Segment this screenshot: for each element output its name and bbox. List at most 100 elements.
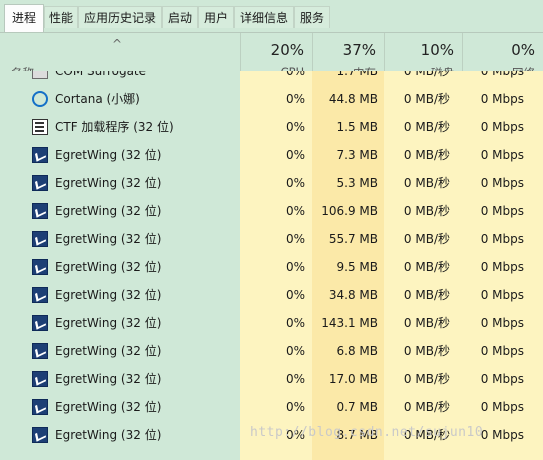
process-row[interactable]: Cortana (小娜) 0% 44.8 MB 0 MB/秒 0 Mbps [0, 85, 543, 113]
cortana-icon [32, 91, 48, 107]
process-row[interactable]: EgretWing (32 位) 0% 143.1 MB 0 MB/秒 0 Mbps [0, 309, 543, 337]
process-memory: 0.7 MB [336, 400, 378, 414]
process-memory: 7.3 MB [336, 148, 378, 162]
com-surrogate-icon [32, 71, 48, 79]
process-network: 0 Mbps [480, 176, 524, 190]
process-disk: 0 MB/秒 [403, 344, 450, 358]
tab-bar: 进程 性能 应用历史记录 启动 用户 详细信息 服务 [0, 0, 543, 33]
process-name: EgretWing (32 位) [55, 148, 162, 162]
egretwing-icon [32, 343, 48, 359]
process-memory: 44.8 MB [328, 92, 378, 106]
process-row[interactable]: EgretWing (32 位) 0% 6.8 MB 0 MB/秒 0 Mbps [0, 337, 543, 365]
process-name: EgretWing (32 位) [55, 372, 162, 386]
tab-performance[interactable]: 性能 [44, 6, 78, 28]
process-name: EgretWing (32 位) [55, 232, 162, 246]
process-memory: 9.5 MB [336, 260, 378, 274]
process-cpu: 0% [285, 120, 305, 134]
process-disk: 0 MB/秒 [403, 204, 450, 218]
process-cpu: 0% [285, 232, 305, 246]
process-name: COM Surrogate [55, 71, 147, 78]
process-disk: 0 MB/秒 [403, 176, 450, 190]
process-disk: 0 MB/秒 [403, 316, 450, 330]
process-disk: 0 MB/秒 [403, 260, 450, 274]
process-row[interactable]: EgretWing (32 位) 0% 106.9 MB 0 MB/秒 0 Mbps [0, 197, 543, 225]
process-network: 0 Mbps [480, 120, 524, 134]
egretwing-icon [32, 259, 48, 275]
process-name: EgretWing (32 位) [55, 176, 162, 190]
ctf-loader-icon [32, 119, 48, 135]
process-cpu: 0% [285, 148, 305, 162]
process-name: EgretWing (32 位) [55, 344, 162, 358]
process-disk: 0 MB/秒 [403, 148, 450, 162]
process-memory: 143.1 MB [321, 316, 378, 330]
egretwing-icon [32, 427, 48, 443]
process-memory: 1.7 MB [336, 71, 378, 78]
process-cpu: 0% [285, 400, 305, 414]
process-name: EgretWing (32 位) [55, 204, 162, 218]
process-memory: 6.8 MB [336, 344, 378, 358]
process-memory: 5.3 MB [336, 176, 378, 190]
process-name: EgretWing (32 位) [55, 260, 162, 274]
process-network: 0 Mbps [480, 148, 524, 162]
process-network: 0 Mbps [480, 71, 524, 78]
process-disk: 0 MB/秒 [403, 372, 450, 386]
process-row[interactable]: CTF 加载程序 (32 位) 0% 1.5 MB 0 MB/秒 0 Mbps [0, 113, 543, 141]
tab-users[interactable]: 用户 [198, 6, 234, 28]
process-network: 0 Mbps [480, 344, 524, 358]
process-disk: 0 MB/秒 [403, 92, 450, 106]
process-disk: 0 MB/秒 [403, 232, 450, 246]
process-row[interactable]: EgretWing (32 位) 0% 55.7 MB 0 MB/秒 0 Mbps [0, 225, 543, 253]
process-name: EgretWing (32 位) [55, 400, 162, 414]
disk-total-percent: 10% [420, 41, 454, 59]
process-row[interactable]: COM Surrogate 0% 1.7 MB 0 MB/秒 0 Mbps [0, 71, 543, 85]
watermark-text: http://blog.csdn.net/sujun10 [250, 425, 484, 440]
process-cpu: 0% [285, 344, 305, 358]
process-name: CTF 加载程序 (32 位) [55, 120, 174, 134]
process-name: EgretWing (32 位) [55, 288, 162, 302]
process-network: 0 Mbps [480, 316, 524, 330]
process-name: Cortana (小娜) [55, 92, 140, 106]
tab-services[interactable]: 服务 [294, 6, 330, 28]
process-network: 0 Mbps [480, 260, 524, 274]
egretwing-icon [32, 371, 48, 387]
egretwing-icon [32, 203, 48, 219]
process-cpu: 0% [285, 204, 305, 218]
process-cpu: 0% [285, 176, 305, 190]
process-row[interactable]: EgretWing (32 位) 0% 17.0 MB 0 MB/秒 0 Mbps [0, 365, 543, 393]
process-cpu: 0% [285, 372, 305, 386]
process-cpu: 0% [285, 288, 305, 302]
process-network: 0 Mbps [480, 288, 524, 302]
process-network: 0 Mbps [480, 92, 524, 106]
process-disk: 0 MB/秒 [403, 71, 450, 78]
egretwing-icon [32, 175, 48, 191]
tab-app-history[interactable]: 应用历史记录 [78, 6, 162, 28]
process-name: EgretWing (32 位) [55, 428, 162, 442]
process-row[interactable]: EgretWing (32 位) 0% 7.3 MB 0 MB/秒 0 Mbps [0, 141, 543, 169]
tab-details[interactable]: 详细信息 [234, 6, 294, 28]
process-memory: 17.0 MB [328, 372, 378, 386]
process-memory: 55.7 MB [328, 232, 378, 246]
process-name: EgretWing (32 位) [55, 316, 162, 330]
process-disk: 0 MB/秒 [403, 120, 450, 134]
egretwing-icon [32, 147, 48, 163]
process-network: 0 Mbps [480, 232, 524, 246]
process-cpu: 0% [285, 316, 305, 330]
process-network: 0 Mbps [480, 204, 524, 218]
process-row[interactable]: EgretWing (32 位) 0% 0.7 MB 0 MB/秒 0 Mbps [0, 393, 543, 421]
egretwing-icon [32, 231, 48, 247]
tab-startup[interactable]: 启动 [162, 6, 198, 28]
process-cpu: 0% [285, 260, 305, 274]
process-row[interactable]: EgretWing (32 位) 0% 9.5 MB 0 MB/秒 0 Mbps [0, 253, 543, 281]
memory-total-percent: 37% [342, 41, 376, 59]
cpu-total-percent: 20% [270, 41, 304, 59]
process-network: 0 Mbps [480, 372, 524, 386]
process-row[interactable]: EgretWing (32 位) 0% 34.8 MB 0 MB/秒 0 Mbps [0, 281, 543, 309]
tab-processes[interactable]: 进程 [4, 4, 44, 32]
process-memory: 34.8 MB [328, 288, 378, 302]
process-network: 0 Mbps [480, 400, 524, 414]
process-disk: 0 MB/秒 [403, 288, 450, 302]
process-disk: 0 MB/秒 [403, 400, 450, 414]
process-row[interactable]: EgretWing (32 位) 0% 5.3 MB 0 MB/秒 0 Mbps [0, 169, 543, 197]
process-table: COM Surrogate 0% 1.7 MB 0 MB/秒 0 Mbps Cortana… [0, 71, 543, 460]
process-memory: 106.9 MB [321, 204, 378, 218]
